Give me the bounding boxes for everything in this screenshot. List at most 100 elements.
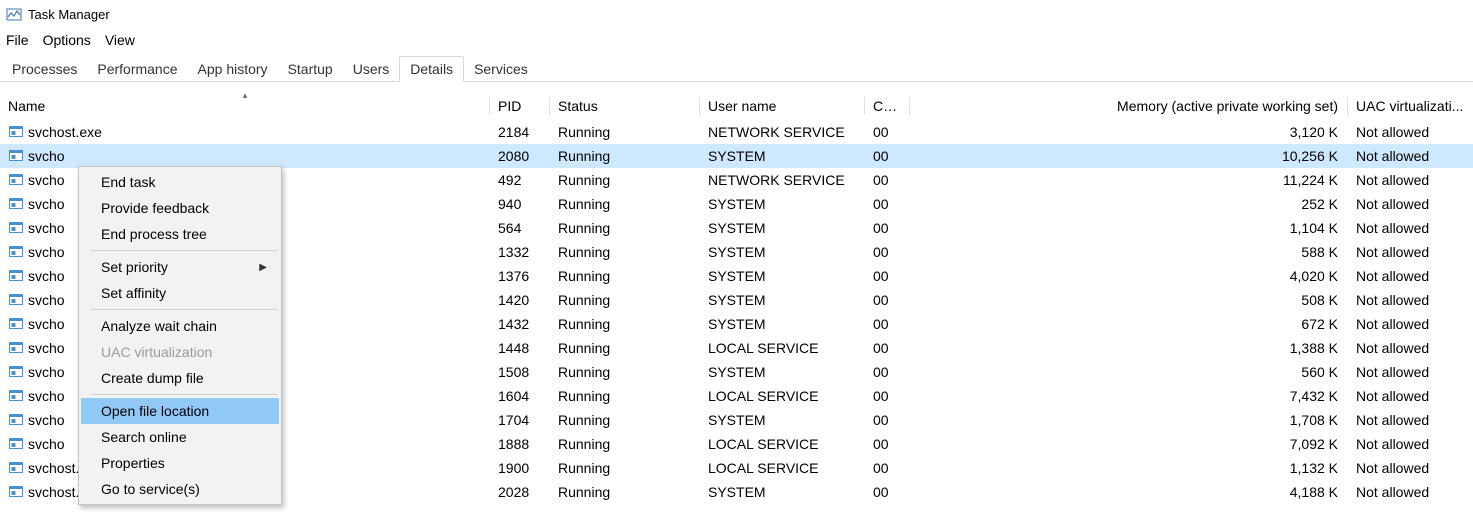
menu-file[interactable]: File	[6, 32, 29, 48]
context-menu-item-set-affinity[interactable]: Set affinity	[81, 280, 279, 306]
process-pid: 2184	[490, 120, 550, 144]
tab-performance[interactable]: Performance	[87, 57, 187, 81]
context-menu-item-create-dump-file[interactable]: Create dump file	[81, 365, 279, 391]
context-menu-label: Set priority	[101, 259, 168, 275]
process-icon	[8, 172, 24, 188]
process-memory: 1,104 K	[910, 216, 1348, 240]
column-header-cpu[interactable]: CPU	[865, 92, 910, 120]
process-name: svcho	[28, 364, 65, 380]
process-pid: 492	[490, 168, 550, 192]
process-pid: 2080	[490, 144, 550, 168]
process-user: SYSTEM	[700, 264, 865, 288]
tab-services[interactable]: Services	[464, 57, 538, 81]
context-menu-separator	[91, 309, 278, 310]
context-menu-label: End process tree	[101, 226, 207, 242]
tab-processes[interactable]: Processes	[2, 57, 87, 81]
process-name: svcho	[28, 268, 65, 284]
process-user: LOCAL SERVICE	[700, 336, 865, 360]
process-user: SYSTEM	[700, 216, 865, 240]
process-memory: 1,132 K	[910, 456, 1348, 480]
table-row[interactable]: svcho 2080 Running SYSTEM 00 10,256 K No…	[0, 144, 1473, 168]
process-status: Running	[550, 312, 700, 336]
process-icon	[8, 388, 24, 404]
column-header-name[interactable]: Name ▴	[0, 92, 490, 120]
column-header-status[interactable]: Status	[550, 92, 700, 120]
table-header-row: Name ▴ PID Status User name CPU Memory (…	[0, 92, 1473, 120]
process-pid: 1508	[490, 360, 550, 384]
process-cpu: 00	[865, 312, 910, 336]
process-user: LOCAL SERVICE	[700, 432, 865, 456]
column-header-memory[interactable]: Memory (active private working set)	[910, 92, 1348, 120]
process-name: svcho	[28, 220, 65, 236]
process-pid: 1376	[490, 264, 550, 288]
process-pid: 1604	[490, 384, 550, 408]
process-status: Running	[550, 168, 700, 192]
process-memory: 1,388 K	[910, 336, 1348, 360]
title-bar: Task Manager	[0, 0, 1473, 28]
process-pid: 1888	[490, 432, 550, 456]
process-cpu: 00	[865, 456, 910, 480]
process-user: SYSTEM	[700, 480, 865, 504]
process-status: Running	[550, 288, 700, 312]
process-status: Running	[550, 336, 700, 360]
process-uac: Not allowed	[1348, 408, 1473, 432]
process-cpu: 00	[865, 408, 910, 432]
context-menu-label: Create dump file	[101, 370, 204, 386]
context-menu-separator	[91, 250, 278, 251]
process-cpu: 00	[865, 216, 910, 240]
process-name: svcho	[28, 148, 65, 164]
context-menu-label: UAC virtualization	[101, 344, 212, 360]
process-pid: 1420	[490, 288, 550, 312]
process-user: NETWORK SERVICE	[700, 168, 865, 192]
process-name: svcho	[28, 172, 65, 188]
process-pid: 940	[490, 192, 550, 216]
context-menu-item-search-online[interactable]: Search online	[81, 424, 279, 450]
context-menu-item-go-to-service-s-[interactable]: Go to service(s)	[81, 476, 279, 502]
column-header-uac[interactable]: UAC virtualizati...	[1348, 92, 1473, 120]
table-row[interactable]: svchost.exe 2184 Running NETWORK SERVICE…	[0, 120, 1473, 144]
process-cpu: 00	[865, 264, 910, 288]
process-icon	[8, 316, 24, 332]
process-user: SYSTEM	[700, 144, 865, 168]
process-name: svcho	[28, 340, 65, 356]
menu-options[interactable]: Options	[43, 32, 91, 48]
process-uac: Not allowed	[1348, 480, 1473, 504]
context-menu-item-end-task[interactable]: End task	[81, 169, 279, 195]
context-menu-item-provide-feedback[interactable]: Provide feedback	[81, 195, 279, 221]
process-uac: Not allowed	[1348, 216, 1473, 240]
process-icon	[8, 412, 24, 428]
process-user: SYSTEM	[700, 360, 865, 384]
process-memory: 508 K	[910, 288, 1348, 312]
process-memory: 4,020 K	[910, 264, 1348, 288]
process-uac: Not allowed	[1348, 288, 1473, 312]
tab-app-history[interactable]: App history	[188, 57, 278, 81]
context-menu-item-open-file-location[interactable]: Open file location	[81, 398, 279, 424]
process-cpu: 00	[865, 168, 910, 192]
context-menu-item-end-process-tree[interactable]: End process tree	[81, 221, 279, 247]
menu-view[interactable]: View	[105, 32, 135, 48]
process-icon	[8, 460, 24, 476]
column-header-pid[interactable]: PID	[490, 92, 550, 120]
column-header-user[interactable]: User name	[700, 92, 865, 120]
process-cpu: 00	[865, 120, 910, 144]
process-icon	[8, 364, 24, 380]
process-pid: 1332	[490, 240, 550, 264]
context-menu-item-properties[interactable]: Properties	[81, 450, 279, 476]
process-status: Running	[550, 240, 700, 264]
process-pid: 1704	[490, 408, 550, 432]
process-status: Running	[550, 192, 700, 216]
process-cpu: 00	[865, 144, 910, 168]
tab-users[interactable]: Users	[343, 57, 400, 81]
tab-details[interactable]: Details	[399, 56, 464, 82]
context-menu-label: Open file location	[101, 403, 209, 419]
tab-startup[interactable]: Startup	[278, 57, 343, 81]
context-menu-label: Go to service(s)	[101, 481, 200, 497]
task-manager-icon	[6, 6, 22, 22]
context-menu-item-analyze-wait-chain[interactable]: Analyze wait chain	[81, 313, 279, 339]
process-name: svcho	[28, 388, 65, 404]
process-cpu: 00	[865, 288, 910, 312]
process-pid: 2028	[490, 480, 550, 504]
context-menu-item-set-priority[interactable]: Set priority▶	[81, 254, 279, 280]
process-uac: Not allowed	[1348, 360, 1473, 384]
process-status: Running	[550, 264, 700, 288]
